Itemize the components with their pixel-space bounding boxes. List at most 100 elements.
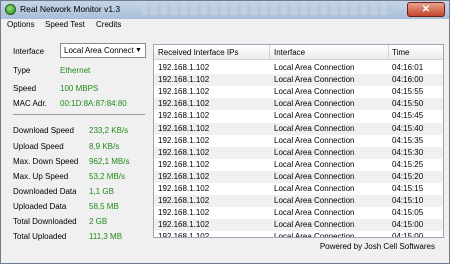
cell-ip: 192.168.1.102: [158, 184, 210, 193]
table-row[interactable]: 192.168.1.102 Local Area Connection 04:15:…: [154, 183, 443, 195]
table-row[interactable]: 192.168.1.102 Local Area Connection 04:15:…: [154, 86, 443, 98]
table-row[interactable]: 192.168.1.102 Local Area Connection 04:15:…: [154, 159, 443, 171]
window-title: Real Network Monitor v1.3: [20, 4, 121, 14]
table-row[interactable]: 192.168.1.102 Local Area Connection 04:15:…: [154, 219, 443, 232]
uploaded-data-label: Uploaded Data: [13, 202, 67, 211]
total-downloaded-value: 2 GB: [89, 217, 108, 226]
table-row[interactable]: 192.168.1.102 Local Area Connection 04:15:…: [154, 146, 443, 159]
type-value: Ethernet: [60, 66, 91, 75]
column-header-ips[interactable]: Received Interface IPs: [158, 48, 238, 57]
cell-ip: 192.168.1.102: [158, 75, 210, 85]
column-divider: [388, 45, 389, 60]
cell-time: 04:15:20: [392, 171, 424, 181]
cell-ip: 192.168.1.102: [158, 232, 210, 238]
mac-label: MAC Adr.: [13, 99, 47, 108]
cell-ip: 192.168.1.102: [158, 135, 210, 145]
table-row[interactable]: 192.168.1.102 Local Area Connection 04:15:…: [154, 170, 443, 183]
cell-ip: 192.168.1.102: [158, 87, 210, 97]
total-uploaded-label: Total Uploaded: [13, 232, 67, 241]
max-up-speed-value: 53,2 MB/s: [89, 172, 126, 181]
downloaded-data-label: Downloaded Data: [13, 187, 77, 196]
cell-ip: 192.168.1.102: [158, 220, 210, 230]
cell-interface: Local Area Connection: [274, 208, 355, 218]
blurred-background: [141, 3, 391, 15]
uploaded-data-value: 58,5 MB: [89, 202, 119, 211]
cell-time: 04:15:45: [392, 111, 424, 121]
cell-interface: Local Area Connection: [274, 99, 355, 109]
cell-interface: Local Area Connection: [274, 171, 355, 181]
table-row[interactable]: 192.168.1.102 Local Area Connection 04:15:…: [154, 195, 443, 208]
total-downloaded-label: Total Downloaded: [13, 217, 77, 226]
title-bar[interactable]: Real Network Monitor v1.3 ✕: [1, 1, 449, 19]
cell-interface: Local Area Connection: [274, 87, 355, 97]
cell-time: 04:16:00: [392, 75, 424, 85]
max-down-speed-label: Max. Down Speed: [13, 157, 79, 166]
cell-ip: 192.168.1.102: [158, 99, 210, 109]
cell-interface: Local Area Connection: [274, 135, 355, 145]
mac-value: 00:1D:8A:87:84:80: [60, 99, 127, 108]
menu-bar: Options Speed Test Credits: [1, 19, 449, 32]
speed-value: 100 MBPS: [60, 84, 99, 93]
column-divider: [269, 45, 270, 60]
total-uploaded-value: 111,3 MB: [89, 232, 123, 241]
table-row[interactable]: 192.168.1.102 Local Area Connection 04:15:…: [154, 98, 443, 111]
interface-select-value: Local Area Connection: [64, 46, 134, 55]
cell-ip: 192.168.1.102: [158, 63, 210, 72]
cell-interface: Local Area Connection: [274, 196, 355, 206]
upload-speed-value: 8,9 KB/s: [89, 142, 120, 151]
column-header-time[interactable]: Time: [392, 48, 409, 57]
table-row[interactable]: 192.168.1.102 Local Area Connection 04:16:…: [154, 74, 443, 87]
cell-interface: Local Area Connection: [274, 232, 355, 238]
cell-time: 04:15:25: [392, 159, 424, 169]
cell-ip: 192.168.1.102: [158, 111, 210, 121]
cell-ip: 192.168.1.102: [158, 208, 210, 218]
table-header: Received Interface IPs Interface Time: [154, 45, 443, 60]
cell-interface: Local Area Connection: [274, 75, 355, 85]
download-speed-value: 233,2 KB/s: [89, 126, 129, 135]
app-icon: [5, 4, 16, 15]
cell-ip: 192.168.1.102: [158, 159, 210, 169]
cell-time: 04:15:15: [392, 184, 424, 193]
cell-interface: Local Area Connection: [274, 220, 355, 230]
cell-time: 04:15:50: [392, 99, 424, 109]
menu-speed-test[interactable]: Speed Test: [45, 20, 85, 29]
table-row[interactable]: 192.168.1.102 Local Area Connection 04:15:…: [154, 122, 443, 135]
cell-interface: Local Area Connection: [274, 184, 355, 193]
table-row[interactable]: 192.168.1.102 Local Area Connection 04:16:…: [154, 62, 443, 74]
cell-time: 04:15:40: [392, 123, 424, 133]
cell-time: 04:15:55: [392, 87, 424, 97]
divider: [13, 114, 145, 115]
cell-ip: 192.168.1.102: [158, 147, 210, 157]
max-down-speed-value: 962,1 MB/s: [89, 157, 130, 166]
footer-credit: Powered by Josh Cell Softwares: [319, 242, 435, 251]
downloaded-data-value: 1,1 GB: [89, 187, 114, 196]
menu-options[interactable]: Options: [7, 20, 35, 29]
table-row[interactable]: 192.168.1.102 Local Area Connection 04:15:…: [154, 110, 443, 122]
interface-label: Interface: [13, 47, 45, 56]
cell-ip: 192.168.1.102: [158, 123, 210, 133]
type-label: Type: [13, 66, 31, 75]
table-row[interactable]: 192.168.1.102 Local Area Connection 04:15:…: [154, 231, 443, 238]
cell-time: 04:15:05: [392, 208, 424, 218]
cell-ip: 192.168.1.102: [158, 171, 210, 181]
column-header-interface[interactable]: Interface: [274, 48, 305, 57]
ip-table[interactable]: Received Interface IPs Interface Time 19…: [153, 44, 444, 238]
cell-interface: Local Area Connection: [274, 111, 355, 121]
download-speed-label: Download Speed: [13, 126, 74, 135]
upload-speed-label: Upload Speed: [13, 142, 64, 151]
cell-time: 04:15:00: [392, 220, 424, 230]
table-row[interactable]: 192.168.1.102 Local Area Connection 04:15:…: [154, 207, 443, 219]
max-up-speed-label: Max. Up Speed: [13, 172, 69, 181]
cell-time: 04:15:35: [392, 135, 424, 145]
table-row[interactable]: 192.168.1.102 Local Area Connection 04:15:…: [154, 135, 443, 147]
cell-time: 04:15:00: [392, 232, 424, 238]
cell-interface: Local Area Connection: [274, 159, 355, 169]
cell-interface: Local Area Connection: [274, 147, 355, 157]
speed-label: Speed: [13, 84, 37, 93]
close-button[interactable]: ✕: [407, 2, 445, 17]
cell-interface: Local Area Connection: [274, 63, 355, 72]
cell-time: 04:15:30: [392, 147, 424, 157]
interface-select[interactable]: Local Area Connection ▼: [60, 43, 146, 58]
cell-time: 04:15:10: [392, 196, 424, 206]
menu-credits[interactable]: Credits: [96, 20, 121, 29]
